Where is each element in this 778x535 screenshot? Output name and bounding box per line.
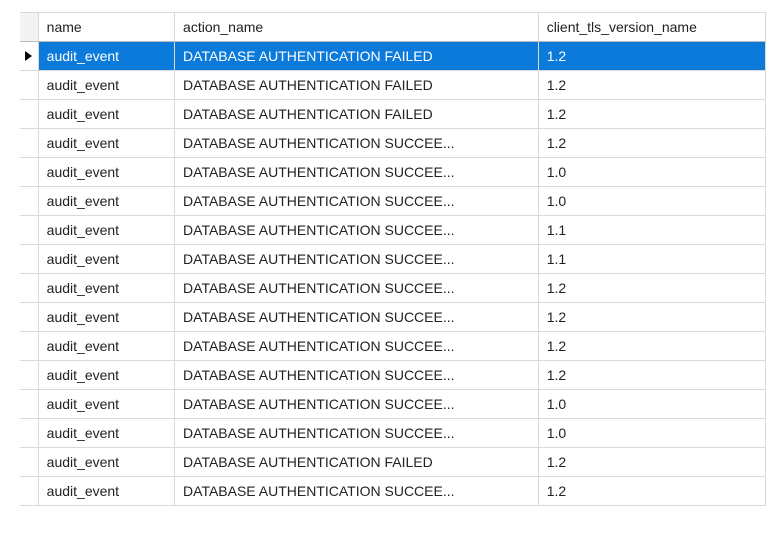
header-gutter	[20, 13, 38, 42]
cell-name[interactable]: audit_event	[38, 158, 174, 187]
table-row[interactable]: audit_eventDATABASE AUTHENTICATION SUCCE…	[20, 390, 766, 419]
cell-name[interactable]: audit_event	[38, 361, 174, 390]
cell-name[interactable]: audit_event	[38, 448, 174, 477]
cell-name[interactable]: audit_event	[38, 477, 174, 506]
cell-action-name[interactable]: DATABASE AUTHENTICATION SUCCEE...	[175, 477, 539, 506]
cell-name[interactable]: audit_event	[38, 332, 174, 361]
row-gutter[interactable]	[20, 419, 38, 448]
cell-action-name[interactable]: DATABASE AUTHENTICATION FAILED	[175, 71, 539, 100]
row-gutter[interactable]	[20, 303, 38, 332]
row-gutter[interactable]	[20, 158, 38, 187]
table-row[interactable]: audit_eventDATABASE AUTHENTICATION SUCCE…	[20, 129, 766, 158]
table-row[interactable]: audit_eventDATABASE AUTHENTICATION SUCCE…	[20, 361, 766, 390]
cell-action-name[interactable]: DATABASE AUTHENTICATION SUCCEE...	[175, 274, 539, 303]
cell-action-name[interactable]: DATABASE AUTHENTICATION SUCCEE...	[175, 158, 539, 187]
cell-action-name[interactable]: DATABASE AUTHENTICATION SUCCEE...	[175, 303, 539, 332]
cell-action-name[interactable]: DATABASE AUTHENTICATION FAILED	[175, 42, 539, 71]
table-row[interactable]: audit_eventDATABASE AUTHENTICATION FAILE…	[20, 448, 766, 477]
cell-client-tls-version[interactable]: 1.0	[538, 419, 765, 448]
cell-client-tls-version[interactable]: 1.2	[538, 477, 765, 506]
cell-client-tls-version[interactable]: 1.2	[538, 332, 765, 361]
cell-client-tls-version[interactable]: 1.1	[538, 245, 765, 274]
cell-client-tls-version[interactable]: 1.0	[538, 187, 765, 216]
table-row[interactable]: audit_eventDATABASE AUTHENTICATION FAILE…	[20, 71, 766, 100]
row-gutter[interactable]	[20, 274, 38, 303]
cell-action-name[interactable]: DATABASE AUTHENTICATION SUCCEE...	[175, 216, 539, 245]
cell-name[interactable]: audit_event	[38, 216, 174, 245]
column-header-action[interactable]: action_name	[175, 13, 539, 42]
row-gutter[interactable]	[20, 390, 38, 419]
cell-name[interactable]: audit_event	[38, 303, 174, 332]
table-row[interactable]: audit_eventDATABASE AUTHENTICATION SUCCE…	[20, 332, 766, 361]
table-row[interactable]: audit_eventDATABASE AUTHENTICATION SUCCE…	[20, 477, 766, 506]
cell-client-tls-version[interactable]: 1.0	[538, 158, 765, 187]
table-row[interactable]: audit_eventDATABASE AUTHENTICATION SUCCE…	[20, 187, 766, 216]
table-row[interactable]: audit_eventDATABASE AUTHENTICATION SUCCE…	[20, 245, 766, 274]
row-gutter[interactable]	[20, 42, 38, 71]
cell-action-name[interactable]: DATABASE AUTHENTICATION SUCCEE...	[175, 187, 539, 216]
cell-name[interactable]: audit_event	[38, 274, 174, 303]
cell-client-tls-version[interactable]: 1.2	[538, 303, 765, 332]
row-gutter[interactable]	[20, 71, 38, 100]
row-gutter[interactable]	[20, 129, 38, 158]
row-gutter[interactable]	[20, 332, 38, 361]
cell-client-tls-version[interactable]: 1.2	[538, 42, 765, 71]
table-row[interactable]: audit_eventDATABASE AUTHENTICATION SUCCE…	[20, 216, 766, 245]
cell-name[interactable]: audit_event	[38, 187, 174, 216]
results-grid[interactable]: name action_name client_tls_version_name…	[20, 12, 766, 506]
cell-client-tls-version[interactable]: 1.0	[538, 390, 765, 419]
row-gutter[interactable]	[20, 361, 38, 390]
cell-client-tls-version[interactable]: 1.2	[538, 100, 765, 129]
cell-name[interactable]: audit_event	[38, 100, 174, 129]
column-header-name[interactable]: name	[38, 13, 174, 42]
row-gutter[interactable]	[20, 187, 38, 216]
table-row[interactable]: audit_eventDATABASE AUTHENTICATION FAILE…	[20, 100, 766, 129]
cell-name[interactable]: audit_event	[38, 245, 174, 274]
cell-client-tls-version[interactable]: 1.2	[538, 71, 765, 100]
column-header-tls[interactable]: client_tls_version_name	[538, 13, 765, 42]
cell-client-tls-version[interactable]: 1.2	[538, 129, 765, 158]
row-gutter[interactable]	[20, 245, 38, 274]
current-row-indicator-icon	[25, 51, 32, 61]
cell-client-tls-version[interactable]: 1.2	[538, 361, 765, 390]
row-gutter[interactable]	[20, 477, 38, 506]
cell-client-tls-version[interactable]: 1.2	[538, 274, 765, 303]
cell-action-name[interactable]: DATABASE AUTHENTICATION SUCCEE...	[175, 129, 539, 158]
cell-action-name[interactable]: DATABASE AUTHENTICATION SUCCEE...	[175, 390, 539, 419]
row-gutter[interactable]	[20, 448, 38, 477]
cell-action-name[interactable]: DATABASE AUTHENTICATION SUCCEE...	[175, 332, 539, 361]
row-gutter[interactable]	[20, 100, 38, 129]
cell-name[interactable]: audit_event	[38, 390, 174, 419]
cell-action-name[interactable]: DATABASE AUTHENTICATION SUCCEE...	[175, 419, 539, 448]
cell-name[interactable]: audit_event	[38, 42, 174, 71]
cell-name[interactable]: audit_event	[38, 129, 174, 158]
table-row[interactable]: audit_eventDATABASE AUTHENTICATION FAILE…	[20, 42, 766, 71]
header-row: name action_name client_tls_version_name	[20, 13, 766, 42]
cell-action-name[interactable]: DATABASE AUTHENTICATION FAILED	[175, 100, 539, 129]
cell-client-tls-version[interactable]: 1.1	[538, 216, 765, 245]
cell-action-name[interactable]: DATABASE AUTHENTICATION SUCCEE...	[175, 361, 539, 390]
table-row[interactable]: audit_eventDATABASE AUTHENTICATION SUCCE…	[20, 303, 766, 332]
cell-name[interactable]: audit_event	[38, 419, 174, 448]
table-row[interactable]: audit_eventDATABASE AUTHENTICATION SUCCE…	[20, 419, 766, 448]
cell-name[interactable]: audit_event	[38, 71, 174, 100]
cell-client-tls-version[interactable]: 1.2	[538, 448, 765, 477]
row-gutter[interactable]	[20, 216, 38, 245]
table-row[interactable]: audit_eventDATABASE AUTHENTICATION SUCCE…	[20, 158, 766, 187]
cell-action-name[interactable]: DATABASE AUTHENTICATION SUCCEE...	[175, 245, 539, 274]
cell-action-name[interactable]: DATABASE AUTHENTICATION FAILED	[175, 448, 539, 477]
table-row[interactable]: audit_eventDATABASE AUTHENTICATION SUCCE…	[20, 274, 766, 303]
